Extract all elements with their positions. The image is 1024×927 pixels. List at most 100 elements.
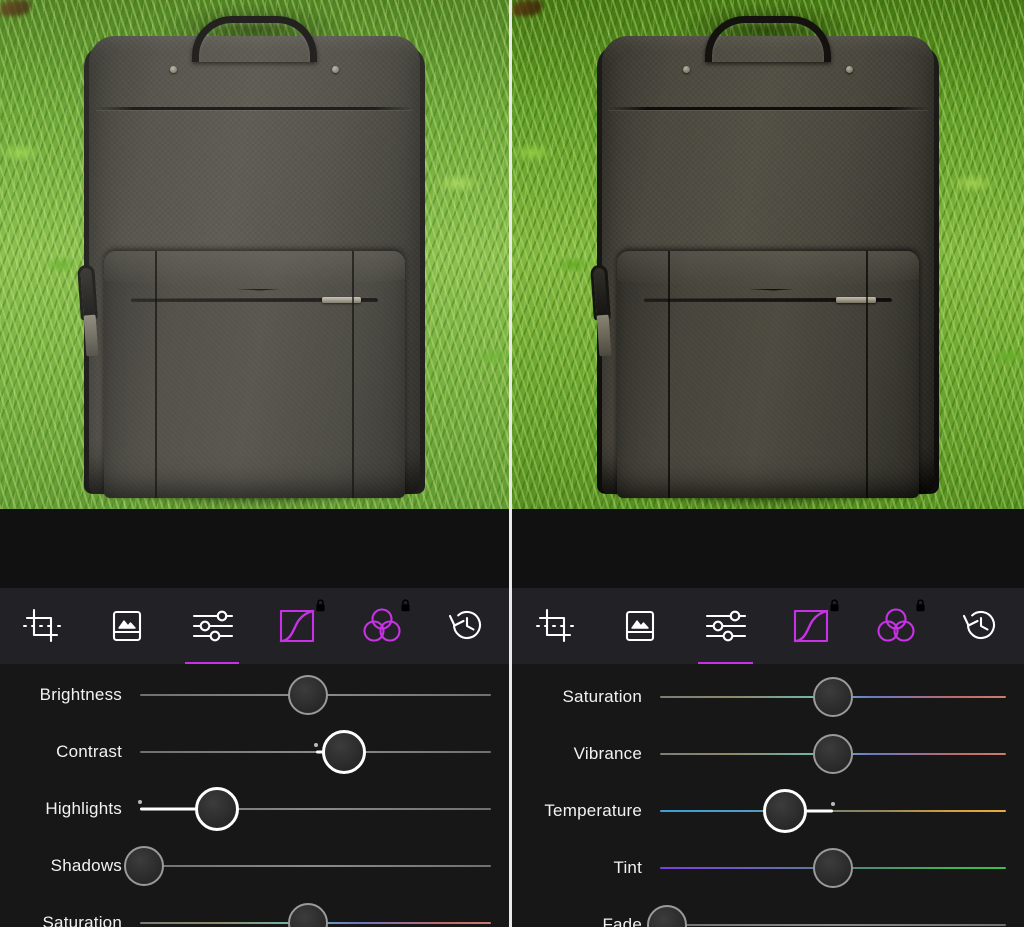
bag-handle [191,16,318,63]
pocket-top-edge [103,250,406,291]
slider-shadows[interactable] [123,837,491,894]
slider-row: Saturation [0,894,509,927]
slider-track[interactable] [140,864,491,867]
tab-curves[interactable] [768,588,853,664]
image-filter-icon [620,604,660,648]
bag-side-clip [589,264,611,321]
slider-row: Tint [512,839,1024,896]
tab-color-wheels[interactable] [853,588,938,664]
tab-history[interactable] [424,588,509,664]
lock-icon [316,599,325,612]
bag-lid-seam [608,106,928,110]
crop-icon [533,604,577,648]
slider-contrast[interactable] [140,723,491,780]
pocket-seam-right [351,250,354,499]
pocket-seam-left [668,250,671,499]
slider-knob[interactable] [762,788,807,833]
slider-center-marker [831,801,835,806]
slider-label-shadows: Shadows [50,855,122,875]
slider-label-saturation: Saturation [42,912,122,927]
slider-label-vibrance: Vibrance [573,743,642,763]
sliders-icon [188,604,236,648]
slider-row: Highlights [0,780,509,837]
bag-front-pocket [616,250,920,499]
tab-history[interactable] [939,588,1024,664]
color-wheels-icon [874,605,918,647]
tool-tabbar [0,588,509,664]
pocket-zipper-pull [836,296,876,303]
bag-rivet-left [170,65,178,73]
slider-track[interactable] [660,809,1006,812]
tab-curves[interactable] [254,588,339,664]
slider-knob[interactable] [195,786,240,831]
slider-saturation[interactable] [140,894,491,927]
lock-icon [916,599,925,612]
slider-row: Shadows [0,837,509,894]
slider-row: Brightness [0,666,509,723]
editor-comparison: Brightness Contrast Highlights Shadows Satur… [0,0,1024,927]
twig [512,0,542,16]
slider-label-saturation: Saturation [562,686,642,706]
photo-preview[interactable] [0,0,509,509]
slider-label-tint: Tint [613,857,642,877]
tab-adjust[interactable] [683,588,768,664]
slider-track[interactable] [660,923,1006,926]
tab-filters[interactable] [597,588,682,664]
backpack-subject [589,16,940,508]
crop-icon [20,604,64,648]
twig [0,0,30,16]
slider-label-contrast: Contrast [56,741,122,761]
slider-center-marker [313,742,318,747]
tab-filters[interactable] [85,588,170,664]
slider-knob[interactable] [813,676,853,717]
slider-knob[interactable] [646,904,687,927]
bag-rivet-right [331,65,339,73]
slider-label-temperature: Temperature [544,800,642,820]
slider-vibrance[interactable] [660,725,1006,782]
slider-knob[interactable] [321,729,366,774]
history-clock-icon [445,605,489,647]
photo-preview[interactable] [512,0,1024,509]
slider-highlights[interactable] [138,780,491,837]
slider-knob[interactable] [288,674,329,715]
pane-after: Saturation Vibrance Temperature Tint Fade [512,0,1024,927]
slider-center-marker [138,799,142,804]
slider-knob[interactable] [813,847,853,888]
slider-label-highlights: Highlights [45,798,122,818]
slider-knob[interactable] [813,733,853,774]
pocket-zipper-pull [322,296,362,303]
adjust-slider-list: Saturation Vibrance Temperature Tint Fade [512,664,1024,927]
bag-handle [704,16,832,63]
slider-row: Temperature [512,782,1024,839]
adjust-slider-list: Brightness Contrast Highlights Shadows Satur… [0,664,509,927]
preview-gap [512,509,1024,588]
curves-icon [789,606,833,646]
slider-brightness[interactable] [140,666,491,723]
pane-before: Brightness Contrast Highlights Shadows Satur… [0,0,512,927]
tool-tabbar [512,588,1024,664]
bag-rivet-right [845,65,853,73]
slider-tint[interactable] [660,839,1006,896]
backpack-subject [77,16,425,508]
tab-adjust[interactable] [170,588,255,664]
history-clock-icon [959,605,1003,647]
pocket-top-edge [616,250,920,291]
bag-rivet-left [683,65,691,73]
pocket-seam-right [865,250,868,499]
pocket-seam-left [155,250,158,499]
slider-fade[interactable] [646,896,1006,927]
slider-row: Vibrance [512,725,1024,782]
slider-row: Fade [512,896,1024,927]
slider-knob[interactable] [288,902,329,927]
tab-crop-rotate[interactable] [512,588,597,664]
slider-knob[interactable] [123,845,164,886]
bag-side-tab [596,314,612,357]
tab-crop-rotate[interactable] [0,588,85,664]
bag-front-pocket [103,250,406,499]
tab-color-wheels[interactable] [339,588,424,664]
sliders-icon [701,604,749,648]
lock-icon [401,599,410,612]
slider-saturation[interactable] [660,668,1006,725]
slider-temperature[interactable] [660,782,1006,839]
curves-icon [275,606,319,646]
